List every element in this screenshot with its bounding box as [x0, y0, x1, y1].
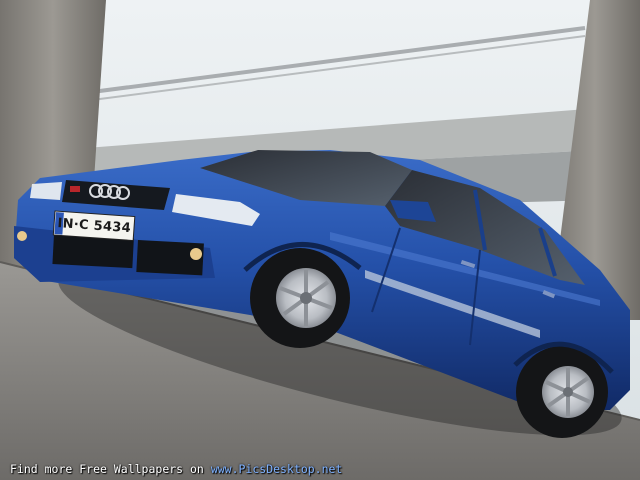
front-wheel	[250, 248, 350, 348]
wallpaper-photo: IN·C 5434 Find more Free Wallpapers on w…	[0, 0, 640, 480]
fog-light-left	[17, 231, 27, 241]
car-photo-scene	[0, 0, 640, 480]
rear-wheel	[516, 346, 608, 438]
fog-light-right	[190, 248, 202, 260]
headlight-left	[30, 182, 62, 200]
watermark-caption: Find more Free Wallpapers on www.PicsDes…	[10, 460, 342, 478]
caption-prefix: Find more Free Wallpapers on	[10, 462, 204, 476]
caption-site-link[interactable]: www.PicsDesktop.net	[211, 462, 343, 476]
S4-badge	[70, 186, 80, 192]
